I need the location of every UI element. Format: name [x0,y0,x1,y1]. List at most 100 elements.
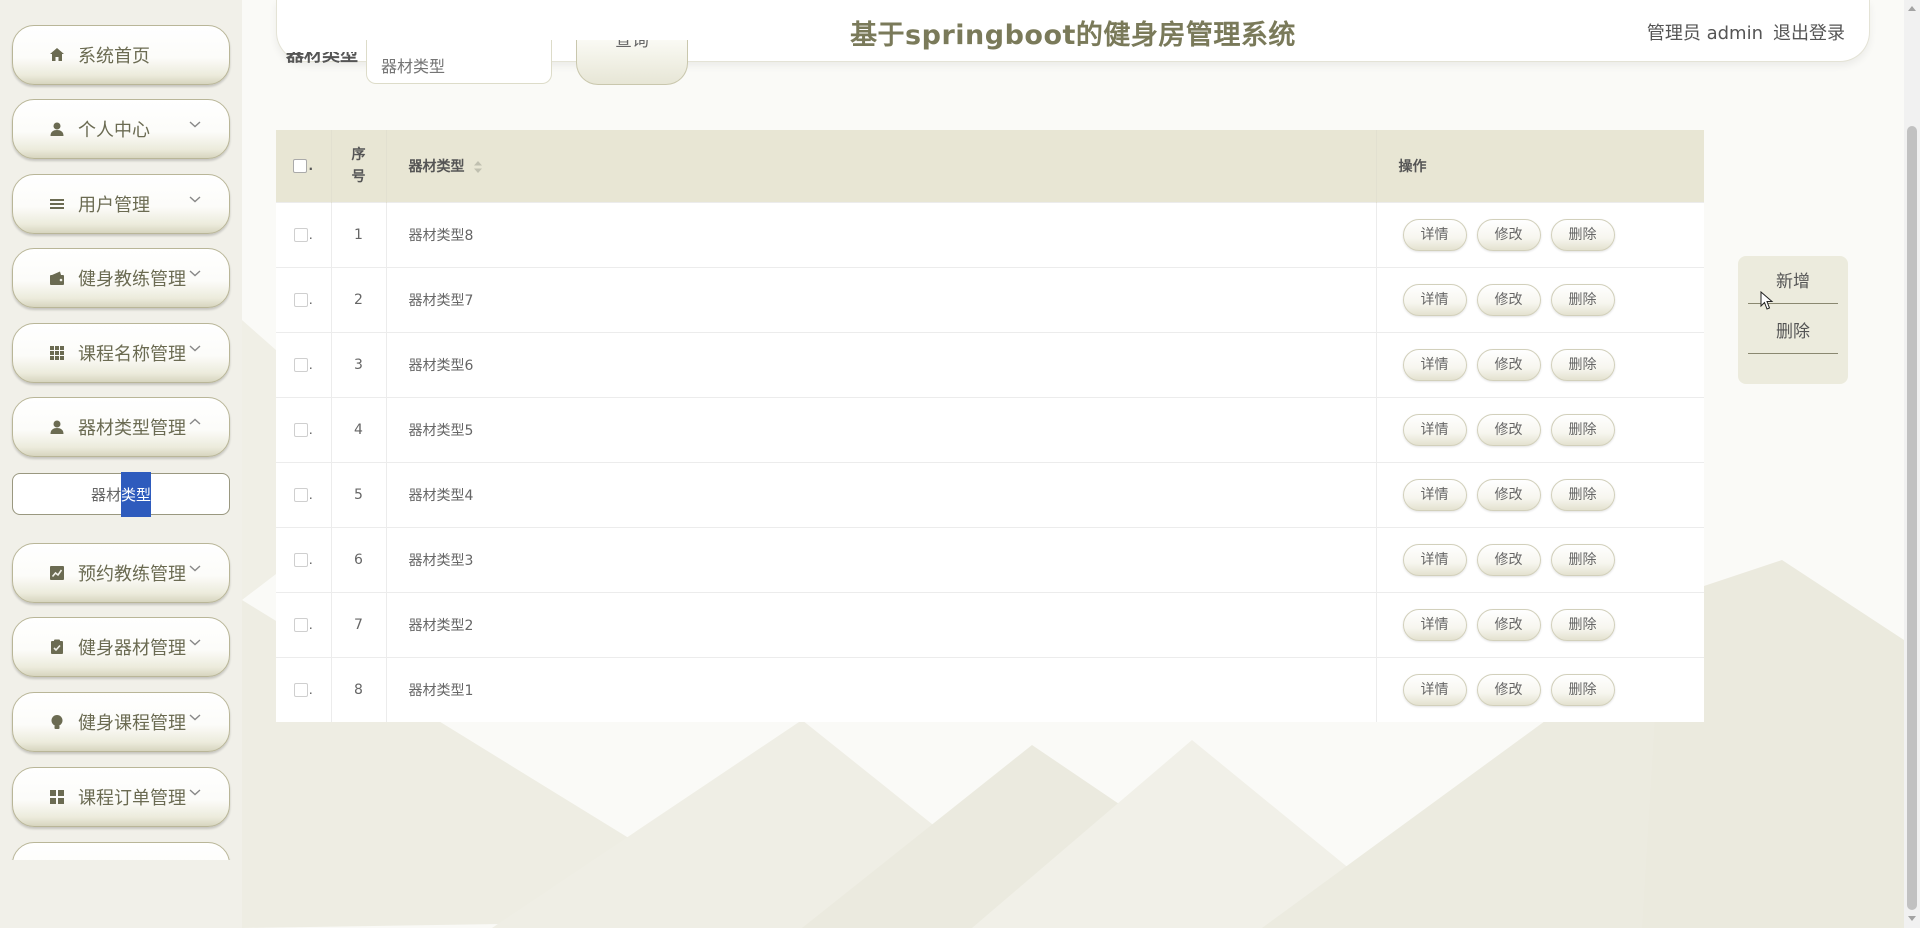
header-checkbox-cell: . [276,130,332,202]
vertical-scrollbar[interactable] [1904,0,1920,928]
sidebar-item-courses[interactable]: 课程名称管理 [12,323,230,383]
wallet-icon [49,270,65,286]
sidebar-item-label: 用户管理 [78,195,150,216]
row-checkbox[interactable] [293,682,308,697]
row-index: 6 [331,527,387,592]
sidebar-item-bookings[interactable]: 预约教练管理 [12,543,230,603]
scroll-thumb[interactable] [1907,126,1917,910]
chevron-up-icon [189,418,201,425]
column-type[interactable]: 器材类型 [386,130,1377,202]
table-row: . 8 器材类型1 详情 修改 删除 [276,657,1704,722]
row-checkbox[interactable] [293,357,308,372]
row-actions: 详情 修改 删除 [1376,657,1704,722]
row-index: 8 [331,657,387,722]
table-row: . 4 器材类型5 详情 修改 删除 [276,397,1704,462]
scroll-up-arrow-icon[interactable] [1908,6,1916,11]
detail-button[interactable]: 详情 [1402,218,1467,251]
chevron-down-icon [189,639,201,646]
sidebar-item-label: 课程订单管理 [78,788,186,809]
row-checkbox[interactable] [293,227,308,242]
chart-icon [49,565,65,581]
sidebar-item-equipment[interactable]: 健身器材管理 [12,617,230,677]
delete-button[interactable]: 删除 [1550,543,1615,576]
edit-button[interactable]: 修改 [1476,218,1541,251]
search-label: 器材类型 [286,52,358,66]
detail-button[interactable]: 详情 [1402,283,1467,316]
row-checkbox-cell: . [276,657,332,722]
detail-button[interactable]: 详情 [1402,608,1467,641]
apps-icon [49,789,65,805]
chevron-down-icon [189,121,201,128]
chevron-down-icon [189,789,201,796]
edit-button[interactable]: 修改 [1476,543,1541,576]
current-user: 管理员 admin [1646,23,1763,44]
table-row: . 6 器材类型3 详情 修改 删除 [276,527,1704,592]
chevron-down-icon [189,196,201,203]
row-actions: 详情 修改 删除 [1376,202,1704,267]
row-actions: 详情 修改 删除 [1376,397,1704,462]
table-row: . 2 器材类型7 详情 修改 删除 [276,267,1704,332]
sidebar-item-equipment-types[interactable]: 器材类型管理 [12,397,230,457]
table-header-row: . 序号 器材类型 操作 [276,130,1704,202]
sidebar-item-users[interactable]: 用户管理 [12,174,230,234]
edit-button[interactable]: 修改 [1476,348,1541,381]
row-checkbox[interactable] [293,617,308,632]
detail-button[interactable]: 详情 [1402,478,1467,511]
edit-button[interactable]: 修改 [1476,283,1541,316]
edit-button[interactable]: 修改 [1476,673,1541,706]
row-checkbox[interactable] [293,552,308,567]
sidebar-item-label: 预约教练管理 [78,564,186,585]
scroll-down-arrow-icon[interactable] [1908,916,1916,921]
list-icon [49,196,65,212]
row-index: 5 [331,462,387,527]
row-actions: 详情 修改 删除 [1376,267,1704,332]
sidebar-item-label: 个人中心 [78,120,150,141]
search-input[interactable] [366,40,552,84]
search-button[interactable]: 查询 [576,40,688,85]
sidebar-item-coaches[interactable]: 健身教练管理 [12,248,230,308]
batch-delete-button[interactable]: 删除 [1748,314,1838,354]
delete-button[interactable]: 删除 [1550,673,1615,706]
row-actions: 详情 修改 删除 [1376,592,1704,657]
row-type: 器材类型7 [386,267,1377,332]
table-row: . 1 器材类型8 详情 修改 删除 [276,202,1704,267]
submenu-item-equipment-type[interactable]: 器材 类型 [12,471,230,517]
edit-button[interactable]: 修改 [1476,413,1541,446]
row-checkbox[interactable] [293,422,308,437]
sort-icon[interactable] [473,160,483,174]
detail-button[interactable]: 详情 [1402,413,1467,446]
delete-button[interactable]: 删除 [1550,608,1615,641]
user-icon [49,419,65,435]
row-index: 7 [331,592,387,657]
logout-link[interactable]: 退出登录 [1773,19,1845,45]
sidebar: 系统首页 个人中心 用户管理 健身教练管理 课程名称管理 器材类型管理 器材 类… [0,0,242,928]
mouse-cursor-icon [1760,291,1774,310]
delete-button[interactable]: 删除 [1550,218,1615,251]
delete-button[interactable]: 删除 [1550,283,1615,316]
row-checkbox[interactable] [293,292,308,307]
sidebar-item-orders[interactable]: 课程订单管理 [12,767,230,827]
sidebar-item-profile[interactable]: 个人中心 [12,99,230,159]
clipboard-icon [49,639,65,655]
detail-button[interactable]: 详情 [1402,348,1467,381]
detail-button[interactable]: 详情 [1402,673,1467,706]
sidebar-item-fitness-courses[interactable]: 健身课程管理 [12,692,230,752]
row-index: 4 [331,397,387,462]
sidebar-item-label: 器材类型管理 [78,418,186,439]
delete-button[interactable]: 删除 [1550,348,1615,381]
sidebar-bottom-area [0,860,242,928]
select-all-checkbox[interactable] [293,158,308,173]
edit-button[interactable]: 修改 [1476,608,1541,641]
detail-button[interactable]: 详情 [1402,543,1467,576]
table-row: . 7 器材类型2 详情 修改 删除 [276,592,1704,657]
data-table: . 序号 器材类型 操作 . 1 器材类型8 详情 修改 删除. 2 器材类型7 详情 修改 删除.… [276,130,1704,722]
sidebar-item-label: 健身器材管理 [78,638,186,659]
row-index: 2 [331,267,387,332]
row-index: 1 [331,202,387,267]
row-checkbox[interactable] [293,487,308,502]
sidebar-item-home[interactable]: 系统首页 [12,25,230,85]
delete-button[interactable]: 删除 [1550,413,1615,446]
delete-button[interactable]: 删除 [1550,478,1615,511]
edit-button[interactable]: 修改 [1476,478,1541,511]
column-type-label: 器材类型 [408,158,465,175]
